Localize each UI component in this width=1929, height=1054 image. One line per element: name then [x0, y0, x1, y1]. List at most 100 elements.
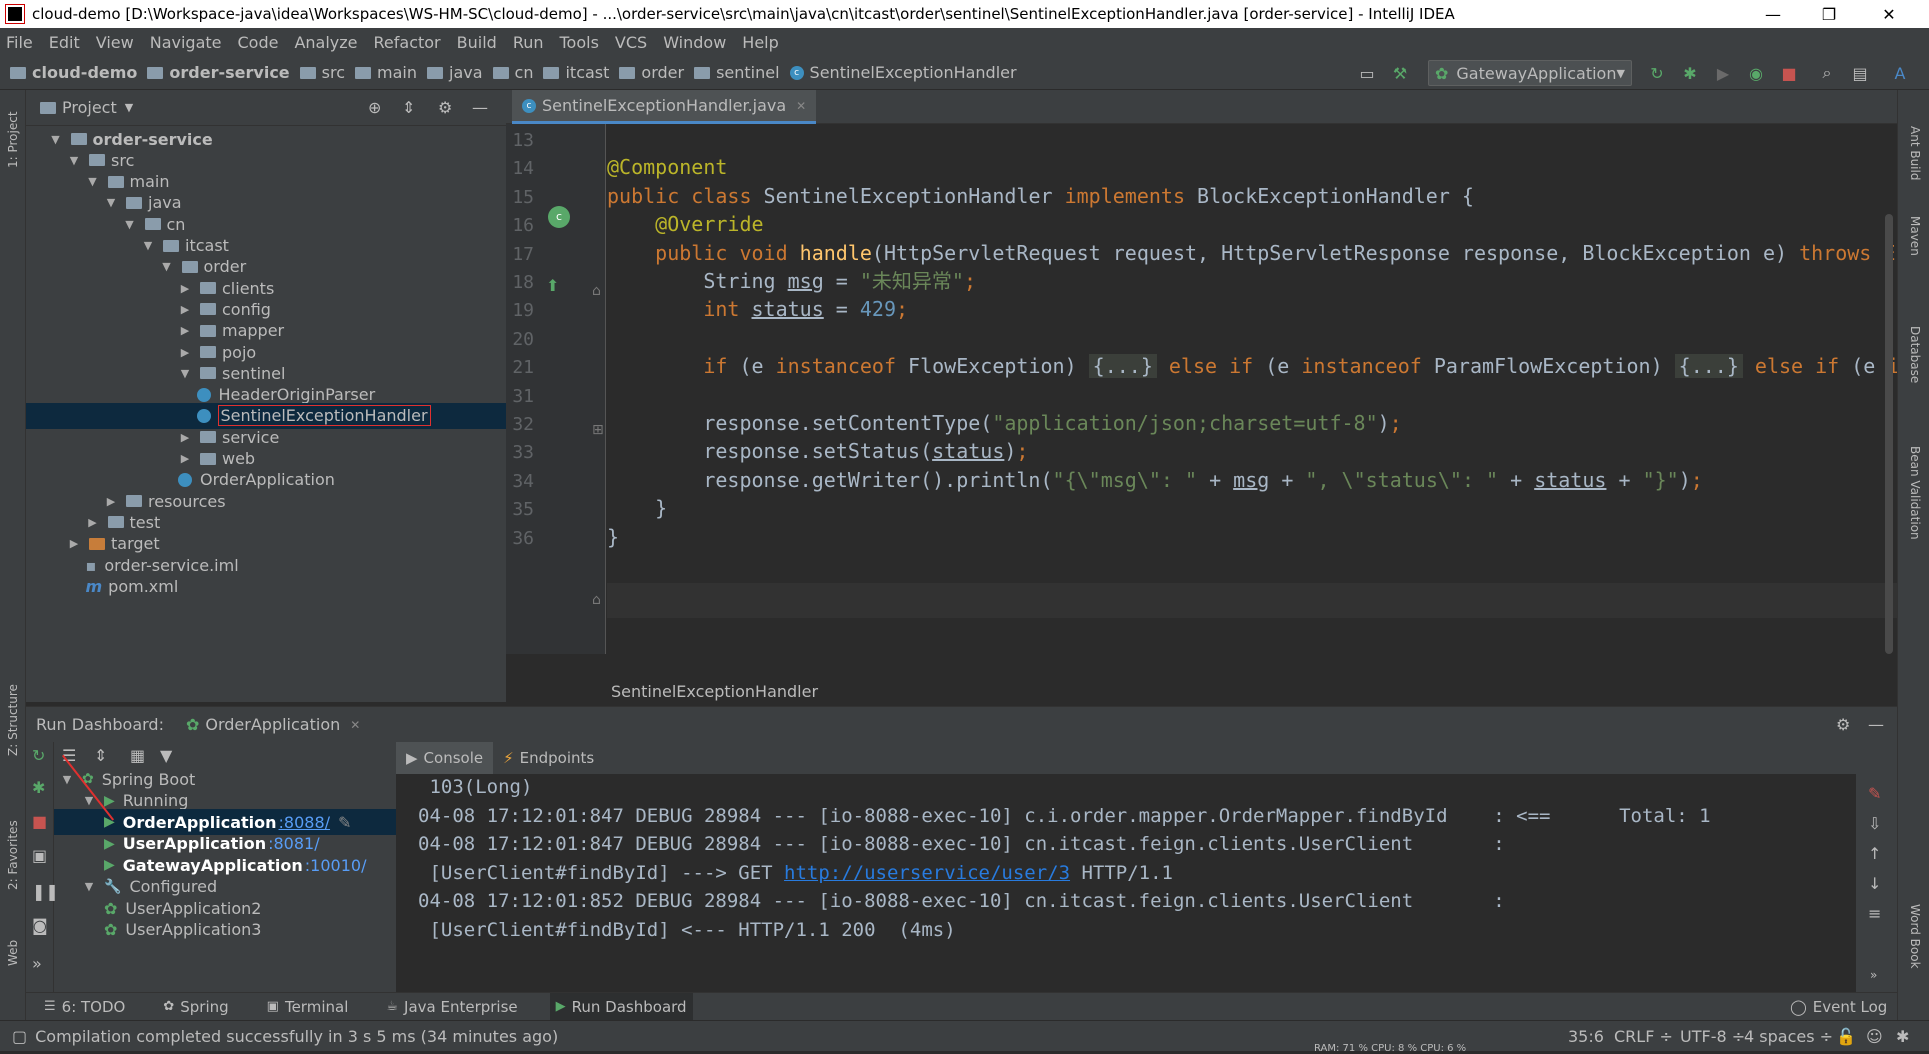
chevron-right-icon[interactable]: ▶	[104, 495, 118, 508]
coverage-icon[interactable]: ◉	[1745, 62, 1767, 84]
spring-bean-gutter-icon[interactable]: c	[548, 206, 570, 228]
breadcrumb-item[interactable]: itcast	[543, 63, 609, 82]
vertical-scrollbar[interactable]	[1885, 214, 1893, 654]
edit-icon[interactable]: ✎	[338, 813, 351, 832]
run-port-link[interactable]: :10010/	[305, 856, 367, 875]
favorites-tool-tab[interactable]: 2: Favorites	[6, 820, 20, 890]
more-icon[interactable]: »	[32, 954, 42, 973]
breadcrumb-class[interactable]: SentinelExceptionHandler	[611, 682, 818, 701]
line-separator[interactable]: CRLF ÷	[1614, 1027, 1673, 1046]
console-output[interactable]: 103(Long) 04-08 17:12:01:847 DEBUG 28984 …	[396, 774, 1856, 992]
rerun-icon[interactable]: ↻	[32, 746, 45, 765]
tab-console[interactable]: ▶ Console	[396, 742, 494, 774]
tool-window-run-dashboard[interactable]: ▶ Run Dashboard	[549, 992, 693, 1021]
stop-icon[interactable]: ■	[1778, 62, 1800, 84]
caret-position[interactable]: 35:6	[1568, 1027, 1604, 1046]
event-log-button[interactable]: ◯ Event Log	[1784, 993, 1893, 1021]
run-icon[interactable]: ▶	[1712, 62, 1734, 84]
close-button[interactable]: ✕	[1861, 0, 1917, 28]
restore-button[interactable]: ❐	[1801, 0, 1857, 28]
chevron-down-icon[interactable]: ▼	[86, 175, 100, 188]
layout-icon[interactable]: ▣	[32, 846, 47, 865]
run-dashboard-tab[interactable]: OrderApplication	[205, 715, 340, 734]
project-panel-title[interactable]: Project	[62, 98, 117, 117]
chevron-down-icon[interactable]: ▼	[123, 218, 137, 231]
chevron-right-icon[interactable]: ▶	[86, 516, 100, 529]
menu-item-window[interactable]: Window	[663, 33, 726, 52]
build-hammer-icon[interactable]: ⚒	[1389, 62, 1411, 84]
clear-icon[interactable]: ✎	[1868, 784, 1881, 803]
filter-icon[interactable]: ▼	[160, 746, 172, 765]
menu-item-vcs[interactable]: VCS	[615, 33, 647, 52]
tool-window-terminal[interactable]: ▣ Terminal	[261, 993, 355, 1021]
debug-icon[interactable]: ✱	[32, 778, 45, 797]
database-tool-tab[interactable]: Database	[1908, 326, 1922, 383]
chevron-down-icon[interactable]: ▼	[104, 196, 118, 209]
lock-icon[interactable]: 🔓	[1836, 1027, 1856, 1046]
menu-item-run[interactable]: Run	[513, 33, 544, 52]
tab-endpoints[interactable]: ⚡ Endpoints	[493, 742, 604, 774]
scroll-to-end-icon[interactable]: ⇩	[1868, 814, 1881, 833]
collapse-all-icon[interactable]: ⇕	[94, 746, 107, 765]
code-editor[interactable]: @Component public class SentinelException…	[607, 124, 1897, 654]
maven-tool-tab[interactable]: Maven	[1908, 216, 1922, 256]
breadcrumb-item[interactable]: sentinel	[694, 63, 780, 82]
chevron-down-icon[interactable]: ▼	[125, 101, 133, 114]
chevron-down-icon[interactable]: ▼	[82, 880, 96, 893]
chevron-right-icon[interactable]: ▶	[67, 537, 81, 550]
run-configuration-select[interactable]: ✿ GatewayApplication ▼	[1428, 60, 1632, 86]
chevron-right-icon[interactable]: ▶	[178, 452, 192, 465]
run-port-link[interactable]: :8081/	[268, 834, 320, 853]
status-toggle-icon[interactable]: ▢	[12, 1027, 27, 1046]
menu-item-help[interactable]: Help	[742, 33, 778, 52]
minimize-button[interactable]: —	[1745, 0, 1801, 28]
chevron-right-icon[interactable]: ▶	[178, 282, 192, 295]
breadcrumb-item[interactable]: cloud-demo	[10, 63, 137, 82]
menu-item-refactor[interactable]: Refactor	[374, 33, 441, 52]
chevron-down-icon[interactable]: ▼	[141, 239, 155, 252]
web-tool-tab[interactable]: Web	[6, 940, 20, 966]
file-encoding[interactable]: UTF-8 ÷	[1680, 1027, 1745, 1046]
menu-item-edit[interactable]: Edit	[49, 33, 80, 52]
run-tree-item-userapplication3[interactable]: ✿ UserApplication3	[54, 917, 424, 943]
chevron-right-icon[interactable]: ▶	[178, 303, 192, 316]
translate-icon[interactable]: A	[1889, 62, 1911, 84]
tool-window-spring[interactable]: ✿ Spring	[157, 993, 234, 1021]
override-gutter-icon[interactable]: ⬆	[546, 276, 559, 295]
breadcrumb-item[interactable]: main	[355, 63, 417, 82]
inspector-icon[interactable]: ☺	[1866, 1027, 1883, 1046]
layout-icon[interactable]: ▭	[1356, 62, 1378, 84]
tool-window-java-enterprise[interactable]: ☕ Java Enterprise	[380, 993, 523, 1021]
project-tool-tab[interactable]: 1: Project	[6, 111, 20, 168]
menu-item-code[interactable]: Code	[238, 33, 279, 52]
breadcrumb-item[interactable]: c SentinelExceptionHandler	[789, 63, 1017, 82]
close-tab-icon[interactable]: ✕	[350, 718, 360, 732]
structure-tool-tab[interactable]: Z: Structure	[6, 684, 20, 756]
breadcrumb-item[interactable]: order-service	[147, 63, 290, 82]
fold-icon[interactable]: ⊞	[592, 422, 604, 438]
breadcrumb-item[interactable]: cn	[492, 63, 533, 82]
group-icon[interactable]: ▦	[130, 746, 145, 765]
tool-window-todo[interactable]: ☰ 6: TODO	[38, 993, 131, 1021]
chevron-down-icon[interactable]: ▼	[160, 260, 174, 273]
breadcrumb-item[interactable]: java	[427, 63, 483, 82]
word-book-tool-tab[interactable]: Word Book	[1908, 904, 1922, 969]
indent-setting[interactable]: 4 spaces ÷	[1744, 1027, 1833, 1046]
menu-item-analyze[interactable]: Analyze	[294, 33, 357, 52]
gear-icon[interactable]: ⚙	[438, 98, 452, 117]
hide-icon[interactable]: —	[1868, 715, 1884, 734]
gear-icon[interactable]: ⚙	[1836, 715, 1850, 734]
collapse-all-icon[interactable]: ⇕	[402, 98, 415, 117]
chevron-right-icon[interactable]: ▶	[178, 346, 192, 359]
camera-icon[interactable]: ◙	[32, 916, 48, 935]
bean-validation-tool-tab[interactable]: Bean Validation	[1908, 446, 1922, 540]
tree-item-pom-xml[interactable]: m pom.xml	[26, 573, 506, 599]
stop-icon[interactable]: ■	[32, 812, 47, 831]
search-icon[interactable]: ⌕	[1816, 62, 1838, 84]
ant-build-tool-tab[interactable]: Ant Build	[1908, 126, 1922, 180]
soft-wrap-icon[interactable]: ≡	[1868, 904, 1881, 923]
menu-item-tools[interactable]: Tools	[560, 33, 599, 52]
hide-icon[interactable]: —	[472, 98, 488, 117]
chevron-down-icon[interactable]: ▼	[67, 154, 81, 167]
rerun-icon[interactable]: ↻	[1646, 62, 1668, 84]
